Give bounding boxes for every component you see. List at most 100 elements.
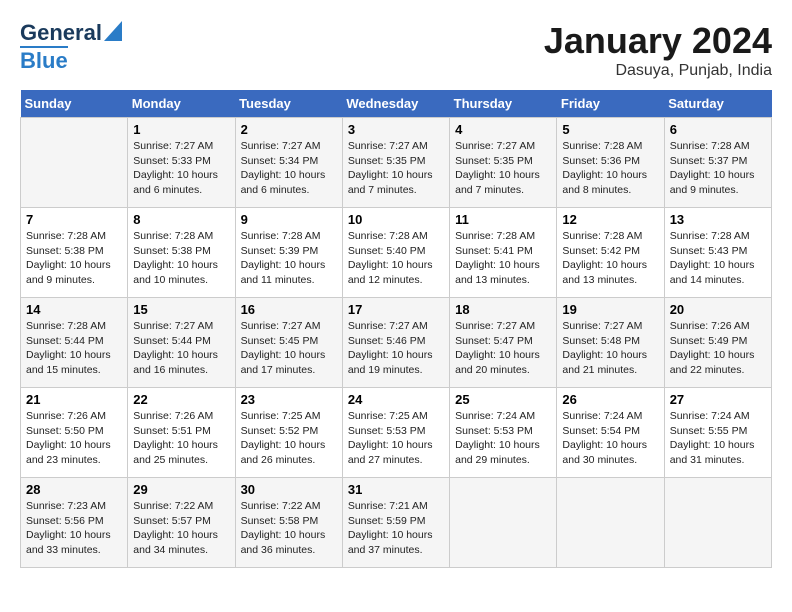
column-header-thursday: Thursday xyxy=(450,90,557,118)
calendar-cell: 21 Sunrise: 7:26 AM Sunset: 5:50 PM Dayli… xyxy=(21,388,128,478)
day-number: 22 xyxy=(133,392,229,407)
calendar-cell: 31 Sunrise: 7:21 AM Sunset: 5:59 PM Dayli… xyxy=(342,478,449,568)
title-section: January 2024 Dasuya, Punjab, India xyxy=(544,20,772,80)
day-info: Sunrise: 7:28 AM Sunset: 5:38 PM Dayligh… xyxy=(133,229,229,288)
calendar-cell: 27 Sunrise: 7:24 AM Sunset: 5:55 PM Dayli… xyxy=(664,388,771,478)
day-number: 12 xyxy=(562,212,658,227)
calendar-cell: 10 Sunrise: 7:28 AM Sunset: 5:40 PM Dayli… xyxy=(342,208,449,298)
day-info: Sunrise: 7:21 AM Sunset: 5:59 PM Dayligh… xyxy=(348,499,444,558)
day-info: Sunrise: 7:26 AM Sunset: 5:51 PM Dayligh… xyxy=(133,409,229,468)
day-info: Sunrise: 7:22 AM Sunset: 5:57 PM Dayligh… xyxy=(133,499,229,558)
day-info: Sunrise: 7:28 AM Sunset: 5:39 PM Dayligh… xyxy=(241,229,337,288)
day-info: Sunrise: 7:24 AM Sunset: 5:55 PM Dayligh… xyxy=(670,409,766,468)
day-number: 30 xyxy=(241,482,337,497)
day-info: Sunrise: 7:28 AM Sunset: 5:37 PM Dayligh… xyxy=(670,139,766,198)
calendar-cell: 14 Sunrise: 7:28 AM Sunset: 5:44 PM Dayli… xyxy=(21,298,128,388)
day-info: Sunrise: 7:22 AM Sunset: 5:58 PM Dayligh… xyxy=(241,499,337,558)
day-number: 26 xyxy=(562,392,658,407)
day-info: Sunrise: 7:27 AM Sunset: 5:35 PM Dayligh… xyxy=(348,139,444,198)
calendar-cell: 3 Sunrise: 7:27 AM Sunset: 5:35 PM Daylig… xyxy=(342,118,449,208)
day-number: 27 xyxy=(670,392,766,407)
day-info: Sunrise: 7:28 AM Sunset: 5:38 PM Dayligh… xyxy=(26,229,122,288)
day-info: Sunrise: 7:27 AM Sunset: 5:44 PM Dayligh… xyxy=(133,319,229,378)
day-number: 24 xyxy=(348,392,444,407)
calendar-cell xyxy=(450,478,557,568)
calendar-cell: 19 Sunrise: 7:27 AM Sunset: 5:48 PM Dayli… xyxy=(557,298,664,388)
calendar-cell xyxy=(21,118,128,208)
day-number: 16 xyxy=(241,302,337,317)
logo-blue: Blue xyxy=(20,46,68,74)
week-row-5: 28 Sunrise: 7:23 AM Sunset: 5:56 PM Dayli… xyxy=(21,478,772,568)
day-number: 8 xyxy=(133,212,229,227)
calendar-cell: 6 Sunrise: 7:28 AM Sunset: 5:37 PM Daylig… xyxy=(664,118,771,208)
day-info: Sunrise: 7:23 AM Sunset: 5:56 PM Dayligh… xyxy=(26,499,122,558)
calendar-cell: 17Sunrise: 7:27 AM Sunset: 5:46 PM Dayli… xyxy=(342,298,449,388)
day-info: Sunrise: 7:25 AM Sunset: 5:53 PM Dayligh… xyxy=(348,409,444,468)
calendar-cell xyxy=(557,478,664,568)
column-header-saturday: Saturday xyxy=(664,90,771,118)
calendar-cell: 7 Sunrise: 7:28 AM Sunset: 5:38 PM Daylig… xyxy=(21,208,128,298)
day-number: 31 xyxy=(348,482,444,497)
calendar-cell: 24 Sunrise: 7:25 AM Sunset: 5:53 PM Dayli… xyxy=(342,388,449,478)
day-number: 28 xyxy=(26,482,122,497)
day-number: 1 xyxy=(133,122,229,137)
day-number: 14 xyxy=(26,302,122,317)
calendar-cell: 8 Sunrise: 7:28 AM Sunset: 5:38 PM Daylig… xyxy=(128,208,235,298)
calendar-cell: 15 Sunrise: 7:27 AM Sunset: 5:44 PM Dayli… xyxy=(128,298,235,388)
column-headers: SundayMondayTuesdayWednesdayThursdayFrid… xyxy=(21,90,772,118)
day-number: 3 xyxy=(348,122,444,137)
calendar-table: SundayMondayTuesdayWednesdayThursdayFrid… xyxy=(20,90,772,568)
day-number: 6 xyxy=(670,122,766,137)
page-header: General Blue January 2024 Dasuya, Punjab… xyxy=(20,20,772,80)
calendar-title: January 2024 xyxy=(544,20,772,62)
day-number: 7 xyxy=(26,212,122,227)
day-info: Sunrise: 7:28 AM Sunset: 5:43 PM Dayligh… xyxy=(670,229,766,288)
day-info: Sunrise: 7:24 AM Sunset: 5:54 PM Dayligh… xyxy=(562,409,658,468)
logo-triangle-icon xyxy=(104,21,122,41)
day-info: Sunrise: 7:27 AM Sunset: 5:45 PM Dayligh… xyxy=(241,319,337,378)
column-header-friday: Friday xyxy=(557,90,664,118)
day-number: 15 xyxy=(133,302,229,317)
day-number: 9 xyxy=(241,212,337,227)
calendar-cell: 22 Sunrise: 7:26 AM Sunset: 5:51 PM Dayli… xyxy=(128,388,235,478)
day-number: 21 xyxy=(26,392,122,407)
day-number: 10 xyxy=(348,212,444,227)
day-info: Sunrise: 7:27 AM Sunset: 5:48 PM Dayligh… xyxy=(562,319,658,378)
calendar-cell: 13 Sunrise: 7:28 AM Sunset: 5:43 PM Dayli… xyxy=(664,208,771,298)
calendar-cell: 20Sunrise: 7:26 AM Sunset: 5:49 PM Dayli… xyxy=(664,298,771,388)
day-number: 20 xyxy=(670,302,766,317)
column-header-monday: Monday xyxy=(128,90,235,118)
day-info: Sunrise: 7:28 AM Sunset: 5:41 PM Dayligh… xyxy=(455,229,551,288)
day-info: Sunrise: 7:28 AM Sunset: 5:44 PM Dayligh… xyxy=(26,319,122,378)
day-number: 29 xyxy=(133,482,229,497)
day-number: 25 xyxy=(455,392,551,407)
calendar-body: 1 Sunrise: 7:27 AM Sunset: 5:33 PM Daylig… xyxy=(21,118,772,568)
day-number: 23 xyxy=(241,392,337,407)
day-number: 19 xyxy=(562,302,658,317)
day-info: Sunrise: 7:26 AM Sunset: 5:50 PM Dayligh… xyxy=(26,409,122,468)
calendar-cell: 25 Sunrise: 7:24 AM Sunset: 5:53 PM Dayli… xyxy=(450,388,557,478)
day-info: Sunrise: 7:27 AM Sunset: 5:34 PM Dayligh… xyxy=(241,139,337,198)
calendar-cell: 28 Sunrise: 7:23 AM Sunset: 5:56 PM Dayli… xyxy=(21,478,128,568)
day-info: Sunrise: 7:27 AM Sunset: 5:35 PM Dayligh… xyxy=(455,139,551,198)
calendar-cell: 9 Sunrise: 7:28 AM Sunset: 5:39 PM Daylig… xyxy=(235,208,342,298)
day-number: 13 xyxy=(670,212,766,227)
day-info: Sunrise: 7:25 AM Sunset: 5:52 PM Dayligh… xyxy=(241,409,337,468)
day-info: Sunrise: 7:28 AM Sunset: 5:42 PM Dayligh… xyxy=(562,229,658,288)
day-number: 17 xyxy=(348,302,444,317)
day-number: 5 xyxy=(562,122,658,137)
day-info: Sunrise: 7:24 AM Sunset: 5:53 PM Dayligh… xyxy=(455,409,551,468)
calendar-cell: 2 Sunrise: 7:27 AM Sunset: 5:34 PM Daylig… xyxy=(235,118,342,208)
calendar-subtitle: Dasuya, Punjab, India xyxy=(544,62,772,80)
calendar-cell: 29 Sunrise: 7:22 AM Sunset: 5:57 PM Dayli… xyxy=(128,478,235,568)
day-info: Sunrise: 7:28 AM Sunset: 5:40 PM Dayligh… xyxy=(348,229,444,288)
day-info: Sunrise: 7:27 AM Sunset: 5:33 PM Dayligh… xyxy=(133,139,229,198)
day-number: 18 xyxy=(455,302,551,317)
day-info: Sunrise: 7:28 AM Sunset: 5:36 PM Dayligh… xyxy=(562,139,658,198)
calendar-cell: 12 Sunrise: 7:28 AM Sunset: 5:42 PM Dayli… xyxy=(557,208,664,298)
week-row-3: 14 Sunrise: 7:28 AM Sunset: 5:44 PM Dayli… xyxy=(21,298,772,388)
logo: General Blue xyxy=(20,20,122,74)
day-number: 2 xyxy=(241,122,337,137)
logo-general: General xyxy=(20,20,102,46)
calendar-cell: 16 Sunrise: 7:27 AM Sunset: 5:45 PM Dayli… xyxy=(235,298,342,388)
